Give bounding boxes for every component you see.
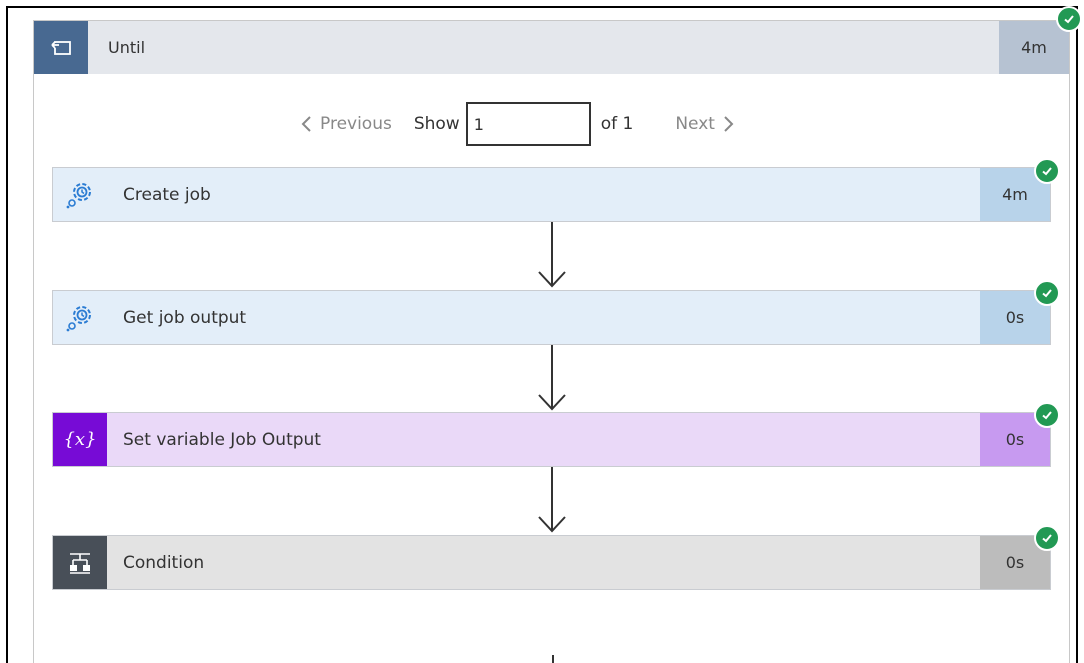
action-condition[interactable]: Condition 0s [52, 535, 1051, 590]
previous-label: Previous [320, 114, 392, 134]
until-header[interactable]: Until 4m [34, 21, 1069, 74]
gear-clock-icon [53, 168, 107, 221]
condition-icon [53, 536, 107, 589]
variable-icon-glyph: {x} [63, 429, 97, 450]
success-check-icon [1034, 158, 1060, 184]
flow-arrow-icon [538, 345, 566, 411]
pager: Previous Show of 1 Next [300, 101, 735, 147]
next-button[interactable]: Next [675, 114, 735, 134]
variable-icon: {x} [53, 413, 107, 466]
action-create-job[interactable]: Create job 4m [52, 167, 1051, 222]
chevron-right-icon [724, 116, 734, 132]
action-title: Get job output [123, 307, 247, 328]
until-title: Until [108, 38, 146, 57]
action-title: Create job [123, 184, 211, 205]
action-title: Set variable Job Output [123, 429, 321, 450]
until-duration: 4m [999, 21, 1069, 74]
success-check-icon [1034, 280, 1060, 306]
chevron-left-icon [301, 116, 311, 132]
show-label: Show [413, 114, 460, 134]
flow-arrow-icon [538, 222, 566, 288]
flow-connector-line [552, 655, 554, 663]
success-check-icon [1034, 402, 1060, 428]
page-total-label: of 1 [600, 114, 634, 134]
action-title: Condition [123, 552, 205, 573]
flow-arrow-icon [538, 467, 566, 533]
success-check-icon [1034, 525, 1060, 551]
action-get-job-output[interactable]: Get job output 0s [52, 290, 1051, 345]
success-check-icon [1056, 6, 1082, 32]
page-number-input[interactable] [465, 102, 591, 146]
previous-button[interactable]: Previous [300, 114, 392, 134]
next-label: Next [675, 114, 715, 134]
action-set-variable-job-output[interactable]: {x} Set variable Job Output 0s [52, 412, 1051, 467]
gear-clock-icon [53, 291, 107, 344]
loop-icon [34, 21, 88, 74]
